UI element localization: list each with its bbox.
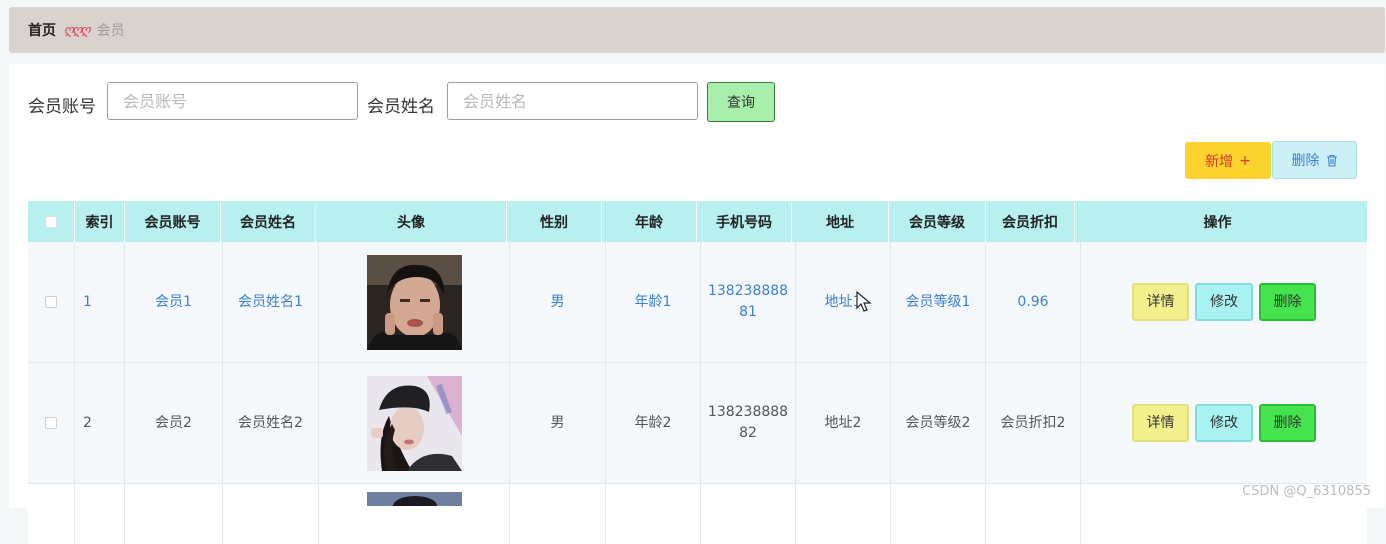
- cell-discount: 会员折扣2: [986, 363, 1081, 483]
- header-address: 地址: [792, 201, 889, 242]
- select-all-checkbox[interactable]: [45, 215, 57, 228]
- cell-address: 地址2: [796, 363, 891, 483]
- cell-gender: 男: [510, 363, 606, 483]
- table-row: 2 会员2 会员姓名2 男 年龄2 138238888 82 地址2 会员等级2…: [28, 363, 1367, 484]
- cell-phone: 138238888 81: [701, 242, 796, 362]
- row-checkbox[interactable]: [45, 417, 57, 429]
- detail-button[interactable]: 详情: [1132, 283, 1189, 321]
- cell-gender: 男: [510, 242, 606, 362]
- breadcrumb-current: 会员: [96, 23, 125, 39]
- cell-age: 年龄2: [606, 363, 701, 483]
- avatar[interactable]: [366, 254, 462, 350]
- edit-button[interactable]: 修改: [1195, 404, 1253, 442]
- phone-line-2: 81: [739, 304, 757, 320]
- header-gender: 性别: [507, 201, 602, 242]
- select-all-cell: [28, 201, 75, 242]
- cell-level: 会员等级2: [891, 363, 986, 483]
- header-account: 会员账号: [125, 201, 221, 242]
- batch-delete-button[interactable]: 删除: [1272, 141, 1357, 179]
- breadcrumb: 首页 ღღღ 会员: [9, 7, 1385, 53]
- cell-avatar: [319, 242, 510, 362]
- phone-line-1: 138238888: [707, 404, 789, 420]
- table-row: 1 会员1 会员姓名1 男 年龄1 138238888 81 地址1 会员等级1…: [28, 242, 1367, 363]
- delete-button[interactable]: 删除: [1259, 283, 1316, 321]
- trash-icon: [1326, 154, 1337, 167]
- cell-account[interactable]: 会员2: [125, 363, 223, 483]
- cell-index: 1: [75, 242, 125, 362]
- cell-name[interactable]: 会员姓名1: [223, 242, 319, 362]
- cell-actions: 详情 修改 删除: [1081, 242, 1367, 362]
- header-age: 年龄: [602, 201, 697, 242]
- header-discount: 会员折扣: [986, 201, 1075, 242]
- edit-button[interactable]: 修改: [1195, 283, 1253, 321]
- cell-address: 地址1: [796, 242, 891, 362]
- member-table: 索引 会员账号 会员姓名 头像 性别 年龄 手机号码 地址 会员等级 会员折扣 …: [28, 201, 1367, 544]
- header-name: 会员姓名: [221, 201, 316, 242]
- cell-avatar: [319, 363, 510, 483]
- plus-icon: +: [1239, 152, 1251, 169]
- main-panel: 会员账号 会员姓名 查询 新增 + 删除 索引 会员账号 会员姓名 头像 性别 …: [9, 64, 1385, 544]
- cell-level: 会员等级1: [891, 242, 986, 362]
- phone-line-1: 138238888: [707, 283, 789, 299]
- cell-actions: 详情 修改 删除: [1081, 363, 1367, 483]
- cell-index: 2: [75, 363, 125, 483]
- query-button[interactable]: 查询: [707, 82, 775, 122]
- phone-line-2: 82: [739, 425, 757, 441]
- row-select-cell: [28, 363, 75, 483]
- add-button[interactable]: 新增 +: [1185, 142, 1271, 179]
- watermark: CSDN @Q_6310855: [1242, 484, 1371, 499]
- avatar[interactable]: [366, 492, 462, 506]
- header-phone: 手机号码: [697, 201, 792, 242]
- name-label: 会员姓名: [367, 97, 435, 117]
- cell-avatar: [319, 484, 510, 544]
- breadcrumb-separator: ღღღ: [64, 22, 91, 38]
- breadcrumb-home[interactable]: 首页: [28, 20, 56, 40]
- cell-account[interactable]: 会员1: [125, 242, 223, 362]
- table-header: 索引 会员账号 会员姓名 头像 性别 年龄 手机号码 地址 会员等级 会员折扣 …: [28, 201, 1367, 242]
- add-button-label: 新增: [1205, 153, 1234, 170]
- header-avatar: 头像: [316, 201, 507, 242]
- account-label: 会员账号: [28, 97, 96, 117]
- row-select-cell: [28, 242, 75, 362]
- row-checkbox[interactable]: [45, 296, 57, 308]
- cell-phone: 138238888 82: [701, 363, 796, 483]
- batch-delete-label: 删除: [1291, 153, 1320, 169]
- header-level: 会员等级: [889, 201, 986, 242]
- account-search-input[interactable]: [107, 82, 358, 120]
- detail-button[interactable]: 详情: [1132, 404, 1189, 442]
- cell-discount: 0.96: [986, 242, 1081, 362]
- table-row: [28, 484, 1367, 544]
- delete-button[interactable]: 删除: [1259, 404, 1316, 442]
- name-search-input[interactable]: [447, 82, 698, 120]
- header-actions: 操作: [1203, 214, 1232, 231]
- mouse-cursor-icon: [856, 291, 872, 312]
- cell-name[interactable]: 会员姓名2: [223, 363, 319, 483]
- avatar[interactable]: [366, 375, 462, 471]
- cell-age: 年龄1: [606, 242, 701, 362]
- header-index: 索引: [75, 201, 125, 242]
